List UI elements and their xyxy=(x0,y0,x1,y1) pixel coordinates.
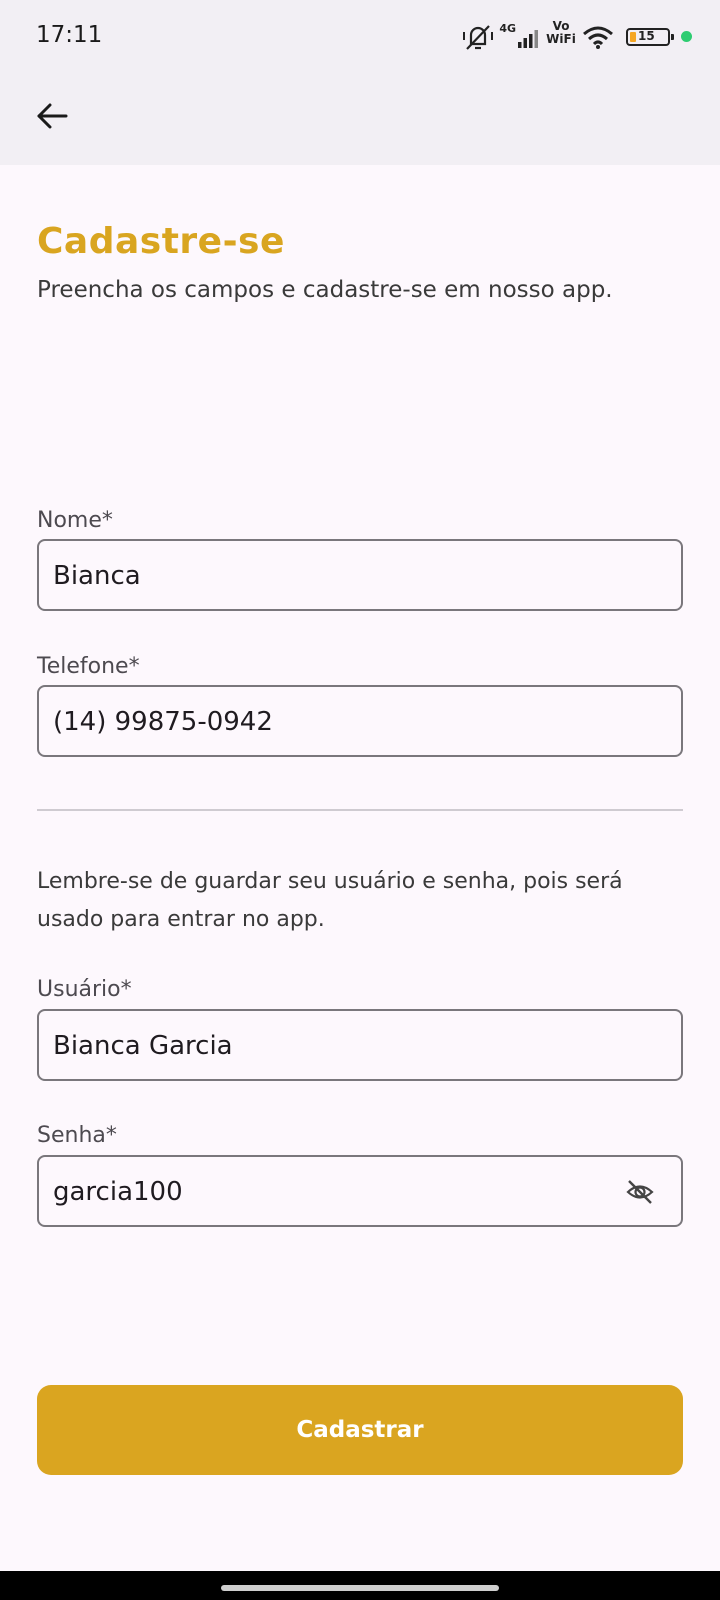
submit-label: Cadastrar xyxy=(296,1417,424,1443)
app-bar xyxy=(0,74,720,165)
password-visibility-toggle[interactable] xyxy=(625,1177,655,1207)
username-label: Usuário* xyxy=(37,977,132,1002)
battery-tip xyxy=(671,34,674,40)
name-value: Bianca xyxy=(53,561,141,591)
wifi-icon xyxy=(583,26,613,49)
phone-label: Telefone* xyxy=(37,654,140,679)
vowifi-bottom: WiFi xyxy=(546,32,576,46)
back-button[interactable] xyxy=(30,94,74,138)
name-field[interactable]: Bianca xyxy=(37,539,683,611)
eye-off-icon xyxy=(626,1180,654,1204)
arrow-left-icon xyxy=(37,103,68,129)
vowifi-icon: Vo WiFi xyxy=(546,20,576,46)
username-value: Bianca Garcia xyxy=(53,1031,233,1061)
home-indicator[interactable] xyxy=(221,1585,499,1591)
phone-value: (14) 99875-0942 xyxy=(53,707,273,737)
status-bar: 17:11 4G Vo WiFi 15 xyxy=(0,0,720,74)
password-label: Senha* xyxy=(37,1123,117,1148)
signal-icon xyxy=(518,30,538,48)
mute-vibrate-icon xyxy=(463,25,493,50)
status-time: 17:11 xyxy=(36,22,103,48)
battery-icon: 15 xyxy=(626,28,674,46)
password-value: garcia100 xyxy=(53,1177,183,1207)
phone-field[interactable]: (14) 99875-0942 xyxy=(37,685,683,757)
username-field[interactable]: Bianca Garcia xyxy=(37,1009,683,1081)
battery-level xyxy=(630,32,636,42)
divider xyxy=(37,809,683,811)
network-type: 4G xyxy=(499,22,516,35)
name-label: Nome* xyxy=(37,508,113,533)
battery-percent: 15 xyxy=(638,29,655,43)
password-field[interactable]: garcia100 xyxy=(37,1155,683,1227)
status-dot xyxy=(681,31,692,42)
submit-button[interactable]: Cadastrar xyxy=(37,1385,683,1475)
page-subtitle: Preencha os campos e cadastre-se em noss… xyxy=(37,277,613,303)
credentials-note: Lembre-se de guardar seu usuário e senha… xyxy=(37,869,623,932)
page-title: Cadastre-se xyxy=(37,221,285,262)
